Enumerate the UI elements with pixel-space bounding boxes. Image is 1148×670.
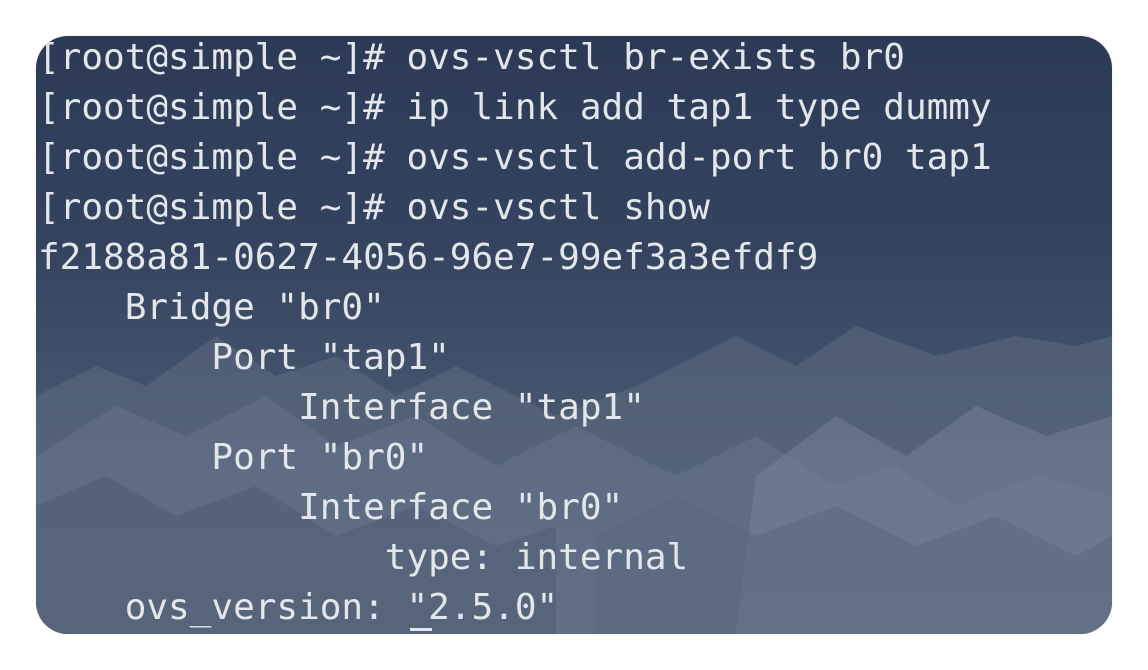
command-line: [root@simple ~]# ovs-vsctl br-exists br0 [38, 37, 905, 78]
output-line: ovs_version: "2.5.0" [38, 587, 559, 628]
output-line: f2188a81-0627-4056-96e7-99ef3a3efdf9 [38, 237, 819, 278]
output-line: Interface "tap1" [38, 387, 645, 428]
terminal-window[interactable]: [root@simple ~]# ovs-vsctl br-exists br0… [36, 36, 1112, 634]
command-line: [root@simple ~]# ovs-vsctl add-port br0 … [38, 137, 992, 178]
output-line: Interface "br0" [38, 487, 624, 528]
command-line: [root@simple ~]# ovs-vsctl show [38, 187, 710, 228]
output-line: type: internal [38, 537, 689, 578]
output-line: Port "br0" [38, 437, 429, 478]
output-line: Bridge "br0" [38, 287, 385, 328]
terminal-output[interactable]: [root@simple ~]# ovs-vsctl br-exists br0… [36, 36, 1112, 634]
text-cursor [410, 628, 432, 631]
output-line: Port "tap1" [38, 337, 450, 378]
command-line: [root@simple ~]# ip link add tap1 type d… [38, 87, 992, 128]
